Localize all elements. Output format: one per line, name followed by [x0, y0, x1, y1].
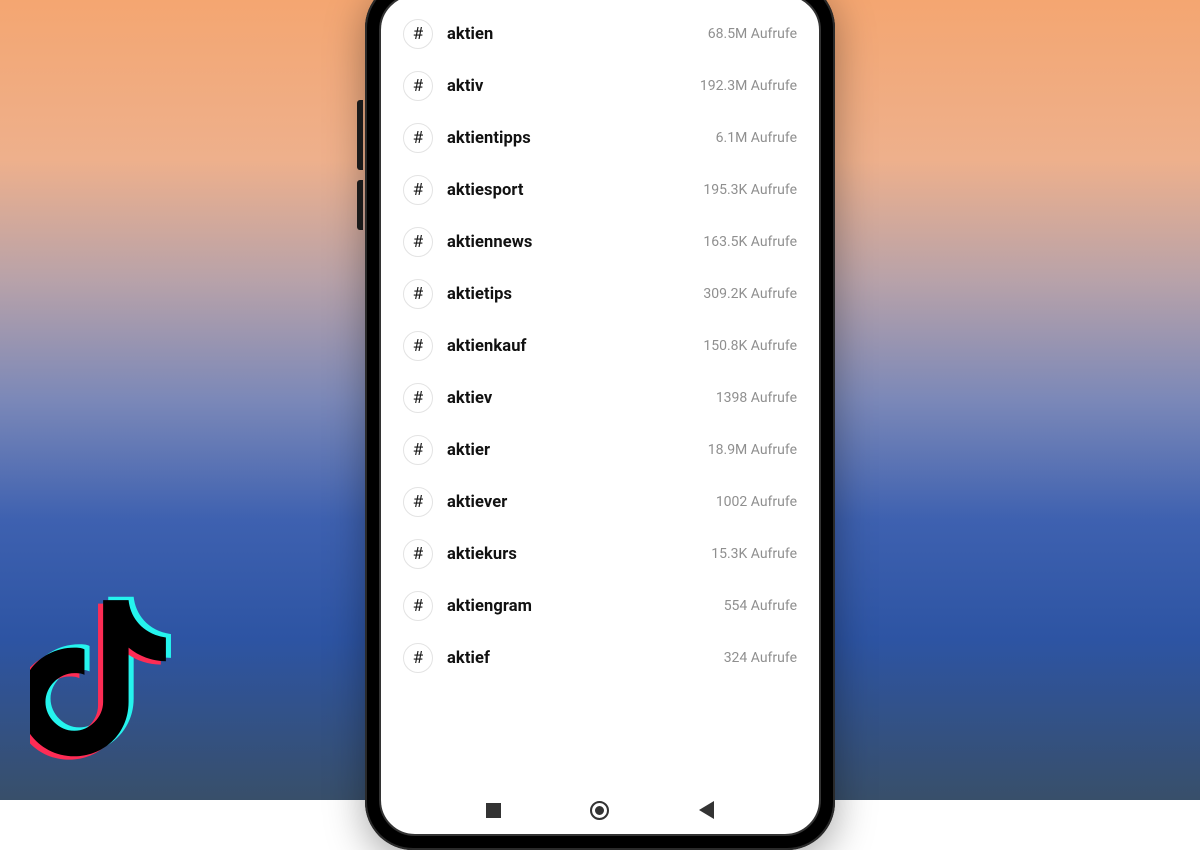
hashtag-icon: #	[403, 383, 433, 413]
hashtag-row[interactable]: # aktiennews 163.5K Aufrufe	[381, 216, 819, 268]
hashtag-name: aktiev	[447, 389, 702, 408]
hashtag-name: aktiv	[447, 77, 686, 96]
hashtag-name: aktiever	[447, 493, 702, 512]
hashtag-icon: #	[403, 123, 433, 153]
hashtag-icon: #	[403, 643, 433, 673]
android-navbar	[381, 786, 819, 834]
hashtag-row[interactable]: # aktien 68.5M Aufrufe	[381, 8, 819, 60]
hashtag-name: aktiesport	[447, 181, 689, 200]
hashtag-icon: #	[403, 435, 433, 465]
hashtag-views: 18.9M Aufrufe	[708, 442, 797, 458]
hashtag-views: 1002 Aufrufe	[716, 494, 797, 510]
hashtag-name: aktief	[447, 649, 710, 668]
hashtag-icon: #	[403, 279, 433, 309]
hashtag-name: aktier	[447, 441, 694, 460]
hashtag-icon: #	[403, 227, 433, 257]
hashtag-icon: #	[403, 591, 433, 621]
tiktok-logo	[30, 590, 200, 780]
hashtag-views: 554 Aufrufe	[724, 598, 797, 614]
hashtag-views: 324 Aufrufe	[724, 650, 797, 666]
nav-back-button[interactable]	[699, 801, 714, 819]
hashtag-views: 309.2K Aufrufe	[703, 286, 797, 302]
hashtag-row[interactable]: # aktiever 1002 Aufrufe	[381, 476, 819, 528]
hashtag-name: aktientipps	[447, 129, 702, 148]
hashtag-row[interactable]: # aktienkauf 150.8K Aufrufe	[381, 320, 819, 372]
hashtag-row[interactable]: # aktief 324 Aufrufe	[381, 632, 819, 684]
hashtag-row[interactable]: # aktientipps 6.1M Aufrufe	[381, 112, 819, 164]
hashtag-name: aktiennews	[447, 233, 689, 252]
hashtag-row[interactable]: # aktietips 309.2K Aufrufe	[381, 268, 819, 320]
phone-screen: # aktien 68.5M Aufrufe # aktiv 192.3M Aufrufe…	[379, 0, 821, 836]
hashtag-views: 6.1M Aufrufe	[716, 130, 797, 146]
hashtag-name: aktien	[447, 25, 694, 44]
hashtag-views: 195.3K Aufrufe	[703, 182, 797, 198]
hashtag-name: aktietips	[447, 285, 689, 304]
hashtag-views: 150.8K Aufrufe	[703, 338, 797, 354]
hashtag-icon: #	[403, 487, 433, 517]
hashtag-row[interactable]: # aktiv 192.3M Aufrufe	[381, 60, 819, 112]
hashtag-views: 192.3M Aufrufe	[700, 78, 797, 94]
hashtag-row[interactable]: # aktiekurs 15.3K Aufrufe	[381, 528, 819, 580]
nav-home-button[interactable]	[590, 801, 609, 820]
hashtag-icon: #	[403, 71, 433, 101]
hashtag-views: 163.5K Aufrufe	[703, 234, 797, 250]
hashtag-row[interactable]: # aktier 18.9M Aufrufe	[381, 424, 819, 476]
nav-recent-button[interactable]	[486, 803, 501, 818]
hashtag-icon: #	[403, 19, 433, 49]
hashtag-icon: #	[403, 539, 433, 569]
hashtag-row[interactable]: # aktiesport 195.3K Aufrufe	[381, 164, 819, 216]
hashtag-name: aktiekurs	[447, 545, 697, 564]
hashtag-search-results: # aktien 68.5M Aufrufe # aktiv 192.3M Aufrufe…	[381, 0, 819, 786]
hashtag-views: 15.3K Aufrufe	[711, 546, 797, 562]
hashtag-icon: #	[403, 331, 433, 361]
hashtag-views: 1398 Aufrufe	[716, 390, 797, 406]
hashtag-name: aktienkauf	[447, 337, 689, 356]
phone-frame: # aktien 68.5M Aufrufe # aktiv 192.3M Aufrufe…	[365, 0, 835, 850]
hashtag-name: aktiengram	[447, 597, 710, 616]
hashtag-row[interactable]: # aktiengram 554 Aufrufe	[381, 580, 819, 632]
hashtag-row[interactable]: # aktiev 1398 Aufrufe	[381, 372, 819, 424]
hashtag-views: 68.5M Aufrufe	[708, 26, 797, 42]
hashtag-icon: #	[403, 175, 433, 205]
